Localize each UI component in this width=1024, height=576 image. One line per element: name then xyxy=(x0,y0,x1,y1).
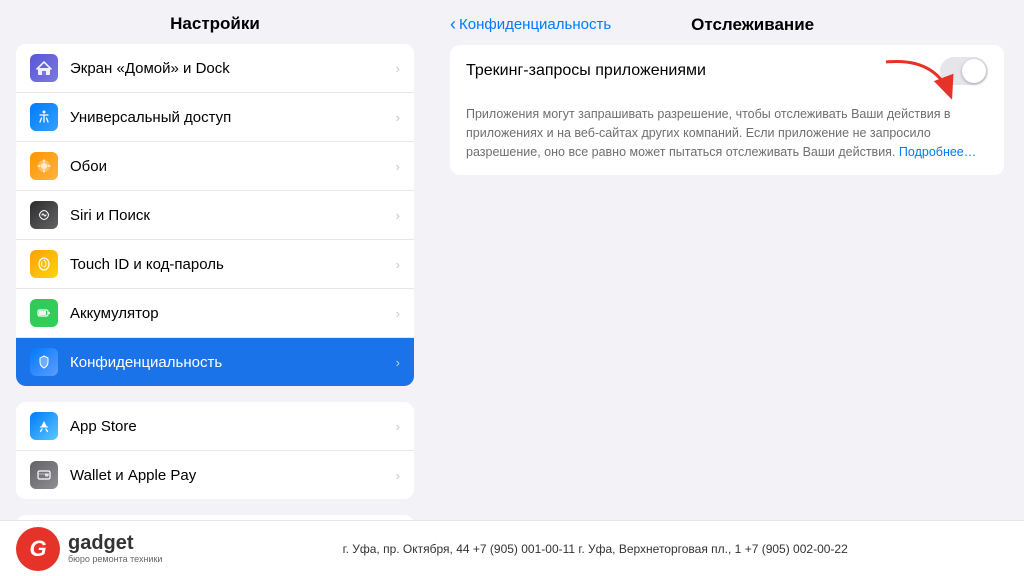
privacy-chevron: › xyxy=(396,355,400,370)
sidebar-section-1: Экран «Домой» и Dock › Универсальный дос… xyxy=(16,44,414,386)
back-label: Конфиденциальность xyxy=(459,16,611,33)
sidebar-title: Настройки xyxy=(0,0,430,44)
page-title: Отслеживание xyxy=(691,15,814,35)
siri-icon xyxy=(30,201,58,229)
home-label: Экран «Домой» и Dock xyxy=(70,60,230,77)
wallet-label: Wallet и Apple Pay xyxy=(70,467,196,484)
footer-bar: G gadget бюро ремонта техники г. Уфа, пр… xyxy=(0,520,1024,576)
sidebar-item-wallpaper[interactable]: Обои › xyxy=(16,142,414,191)
home-icon xyxy=(30,54,58,82)
wallet-icon xyxy=(30,461,58,489)
accessibility-label: Универсальный доступ xyxy=(70,109,231,126)
sidebar-section-2: App Store › Wallet и Apple Pay › xyxy=(16,402,414,499)
touchid-label: Touch ID и код-пароль xyxy=(70,256,224,273)
content-body: Трекинг-запросы приложениями Приложения … xyxy=(430,45,1024,175)
back-button[interactable]: ‹ Конфиденциальность xyxy=(450,14,611,35)
home-chevron: › xyxy=(396,61,400,76)
logo-subtitle: бюро ремонта техники xyxy=(68,554,162,565)
sidebar-item-accessibility[interactable]: Универсальный доступ › xyxy=(16,93,414,142)
battery-label: Аккумулятор xyxy=(70,305,159,322)
logo-icon: G xyxy=(29,538,46,560)
sidebar-item-wallet[interactable]: Wallet и Apple Pay › xyxy=(16,451,414,499)
wallpaper-icon xyxy=(30,152,58,180)
sidebar-item-appstore[interactable]: App Store › xyxy=(16,402,414,451)
accessibility-chevron: › xyxy=(396,110,400,125)
content-header: ‹ Конфиденциальность Отслеживание xyxy=(430,0,1024,45)
footer-logo: G gadget бюро ремонта техники xyxy=(16,527,162,571)
sidebar-item-home[interactable]: Экран «Домой» и Dock › xyxy=(16,44,414,93)
tracking-description: Приложения могут запрашивать разрешение,… xyxy=(450,97,1004,175)
appstore-label: App Store xyxy=(70,418,137,435)
back-chevron-icon: ‹ xyxy=(450,14,456,35)
main-screen: Настройки Экран «Домой» и Dock › Универс… xyxy=(0,0,1024,520)
battery-icon xyxy=(30,299,58,327)
logo-name: gadget xyxy=(68,532,162,554)
toggle-knob xyxy=(962,59,986,83)
siri-chevron: › xyxy=(396,208,400,223)
appstore-chevron: › xyxy=(396,419,400,434)
privacy-label: Конфиденциальность xyxy=(70,354,222,371)
accessibility-icon xyxy=(30,103,58,131)
sidebar: Настройки Экран «Домой» и Dock › Универс… xyxy=(0,0,430,520)
sidebar-item-privacy[interactable]: Конфиденциальность › xyxy=(16,338,414,386)
sidebar-item-touchid[interactable]: Touch ID и код-пароль › xyxy=(16,240,414,289)
appstore-icon xyxy=(30,412,58,440)
tracking-toggle[interactable] xyxy=(940,57,988,85)
wallpaper-chevron: › xyxy=(396,159,400,174)
touchid-icon xyxy=(30,250,58,278)
content-panel: ‹ Конфиденциальность Отслеживание Трекин… xyxy=(430,0,1024,520)
logo-circle: G xyxy=(16,527,60,571)
privacy-icon xyxy=(30,348,58,376)
wallpaper-label: Обои xyxy=(70,158,107,175)
tracking-section: Трекинг-запросы приложениями Приложения … xyxy=(450,45,1004,175)
logo-text-block: gadget бюро ремонта техники xyxy=(68,532,162,565)
more-link[interactable]: Подробнее… xyxy=(899,145,976,159)
sidebar-item-siri[interactable]: Siri и Поиск › xyxy=(16,191,414,240)
touchid-chevron: › xyxy=(396,257,400,272)
sidebar-item-battery[interactable]: Аккумулятор › xyxy=(16,289,414,338)
tracking-toggle-label: Трекинг-запросы приложениями xyxy=(466,62,940,80)
wallet-chevron: › xyxy=(396,468,400,483)
tracking-toggle-row: Трекинг-запросы приложениями xyxy=(450,45,1004,97)
footer-address: г. Уфа, пр. Октября, 44 +7 (905) 001-00-… xyxy=(182,542,1008,556)
battery-chevron: › xyxy=(396,306,400,321)
siri-label: Siri и Поиск xyxy=(70,207,150,224)
